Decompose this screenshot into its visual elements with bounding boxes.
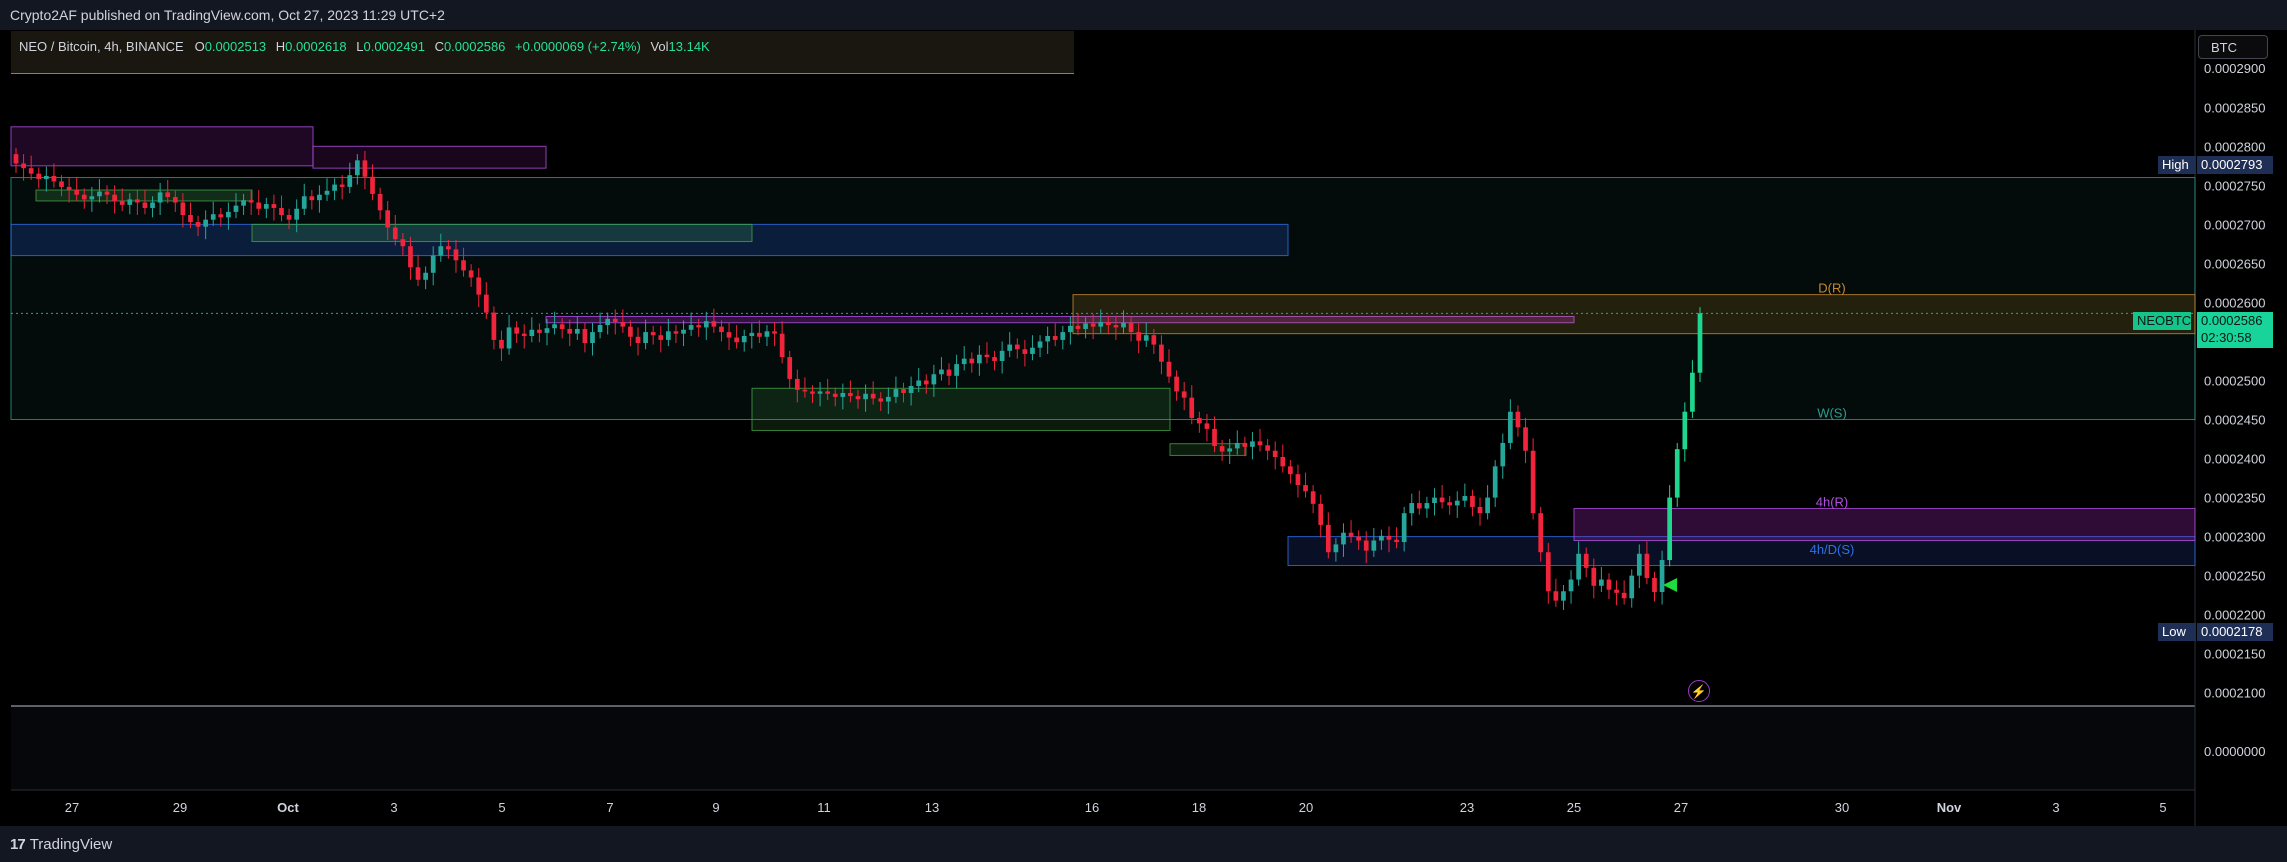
legend-change: +0.0000069 (+2.74%) (515, 39, 641, 54)
footer-bar: 17 TradingView (0, 826, 2287, 862)
bar-countdown: 02:30:58 (2201, 330, 2252, 345)
time-tick-label: 30 (1835, 800, 1849, 815)
tradingview-logo[interactable]: 17 TradingView (10, 836, 112, 853)
top-bar: Crypto2AF published on TradingView.com, … (0, 0, 2287, 30)
publisher-line: Crypto2AF published on TradingView.com, … (10, 7, 445, 23)
sr-zone-8[interactable] (751, 387, 1171, 431)
tradingview-logo-text: TradingView (29, 836, 113, 853)
time-tick-label: Nov (1937, 800, 1962, 815)
sr-zone-3[interactable] (312, 145, 547, 169)
time-tick-label: 5 (498, 800, 505, 815)
price-tick-label: 0.0002100 (2204, 686, 2265, 701)
time-tick-label: 5 (2159, 800, 2166, 815)
zone-label: 4h(R) (1816, 495, 1849, 510)
volume-tick-label: 0.0000000 (2204, 744, 2265, 759)
time-tick-label: 9 (712, 800, 719, 815)
volume-pane (11, 706, 2195, 790)
candle (1697, 307, 1703, 383)
time-tick-label: 25 (1567, 800, 1581, 815)
time-tick-label: 11 (817, 800, 831, 815)
time-axis[interactable] (11, 790, 2195, 826)
price-tick-label: 0.0002500 (2204, 373, 2265, 388)
currency-button[interactable]: BTC (2198, 35, 2268, 59)
last-price-tag: 0.0002586 02:30:58 (2197, 312, 2273, 348)
low-label-tag: Low (2158, 623, 2196, 641)
legend-vol: 13.14K (668, 39, 710, 54)
price-tick-label: 0.0002800 (2204, 139, 2265, 154)
time-tick-label: 29 (173, 800, 187, 815)
legend-close-label: C (434, 39, 444, 54)
legend-high-label: H (275, 39, 286, 54)
price-tick-label: 0.0002400 (2204, 452, 2265, 467)
time-tick-label: 13 (925, 800, 939, 815)
low-value-tag: 0.0002178 (2197, 623, 2273, 641)
price-tick-label: 0.0002250 (2204, 569, 2265, 584)
zone-label: D(R) (1818, 281, 1845, 296)
high-value-tag: 0.0002793 (2197, 156, 2273, 174)
zone-label: W(S) (1817, 406, 1847, 421)
time-tick-label: 20 (1299, 800, 1313, 815)
sr-zone-11[interactable] (1573, 508, 2196, 542)
time-tick-label: 18 (1192, 800, 1206, 815)
price-tick-label: 0.0002750 (2204, 178, 2265, 193)
time-tick-label: 23 (1460, 800, 1474, 815)
time-tick-label: 3 (390, 800, 397, 815)
price-chart[interactable]: D(R) W(S) 4h(R) 4h/D(S) 0.0002900 0.0002850 0… (0, 0, 2287, 862)
sr-zone-5[interactable] (251, 223, 753, 243)
legend-close: 0.0002586 (443, 39, 506, 54)
legend-pair: NEO / Bitcoin, 4h, BINANCE (19, 39, 184, 54)
high-label-tag: High (2158, 156, 2196, 174)
legend-open-label: O (194, 39, 205, 54)
tradingview-logo-mark: 17 (10, 836, 26, 853)
price-tick-label: 0.0002850 (2204, 100, 2265, 115)
price-tick-label: 0.0002700 (2204, 217, 2265, 232)
sr-zone-4[interactable] (35, 189, 253, 202)
time-tick-label: 27 (1674, 800, 1688, 815)
zone-label: 4h/D(S) (1810, 542, 1855, 557)
price-tick-label: 0.0002300 (2204, 530, 2265, 545)
time-tick-label: Oct (277, 800, 299, 815)
sr-zone-2[interactable] (10, 126, 314, 167)
price-tick-label: 0.0002200 (2204, 608, 2265, 623)
price-tick-label: 0.0002600 (2204, 295, 2265, 310)
price-tick-label: 0.0002350 (2204, 491, 2265, 506)
time-tick-label: 16 (1085, 800, 1099, 815)
sr-zone-7[interactable] (1072, 294, 2196, 335)
price-tick-label: 0.0002150 (2204, 647, 2265, 662)
legend-low: 0.0002491 (363, 39, 425, 54)
legend-open: 0.0002513 (204, 39, 267, 54)
price-tick-label: 0.0002900 (2204, 61, 2265, 76)
legend-high: 0.0002618 (285, 39, 347, 54)
last-price-value: 0.0002586 (2201, 313, 2263, 328)
symbol-tag: NEOBTC (2133, 312, 2191, 330)
time-tick-label: 27 (65, 800, 79, 815)
candle (1674, 442, 1680, 507)
sr-zone-9[interactable] (1169, 443, 1247, 456)
price-tick-label: 0.0002450 (2204, 413, 2265, 428)
time-tick-label: 3 (2052, 800, 2059, 815)
legend-vol-label: Vol (650, 39, 669, 54)
lightning-icon[interactable]: ⚡ (1688, 680, 1710, 702)
time-tick-label: 7 (606, 800, 613, 815)
price-tick-label: 0.0002650 (2204, 256, 2265, 271)
symbol-legend[interactable]: NEO / Bitcoin, 4h, BINANCE O0.0002513 H0… (11, 31, 1074, 74)
